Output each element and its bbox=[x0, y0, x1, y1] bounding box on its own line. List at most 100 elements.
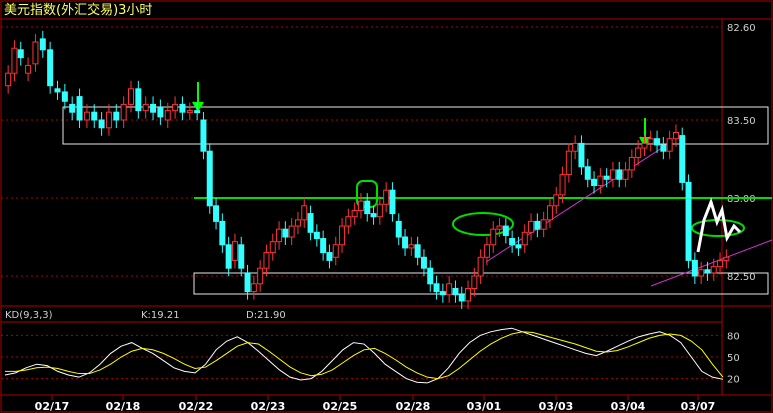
candle-body bbox=[553, 194, 560, 207]
candle-body bbox=[376, 203, 383, 218]
x-tick-label: 02/23 bbox=[251, 400, 286, 413]
indicator-name: KD(9,3,3) bbox=[5, 310, 53, 321]
candle-body bbox=[313, 231, 320, 240]
candle-body bbox=[83, 111, 90, 121]
candle-body bbox=[723, 256, 730, 261]
candle-body bbox=[213, 205, 220, 222]
candle-body bbox=[320, 238, 327, 254]
candle-body bbox=[679, 135, 686, 183]
candle-body bbox=[120, 103, 127, 121]
candle-body bbox=[113, 111, 120, 121]
candle-body bbox=[420, 256, 427, 269]
candle-body bbox=[603, 175, 610, 180]
candle-body bbox=[704, 269, 711, 274]
candle-body bbox=[691, 259, 698, 277]
candle-body bbox=[238, 244, 245, 269]
candle-body bbox=[231, 241, 238, 261]
candle-body bbox=[666, 138, 673, 152]
x-tick-label: 03/03 bbox=[539, 400, 574, 413]
candle-body bbox=[534, 220, 541, 230]
candle-body bbox=[219, 220, 226, 246]
candle-body bbox=[496, 225, 503, 230]
candle-body bbox=[433, 283, 440, 293]
d-value-label: D:21.90 bbox=[246, 310, 286, 321]
candle-body bbox=[351, 209, 358, 218]
candle-body bbox=[142, 103, 149, 112]
candle-body bbox=[345, 216, 352, 227]
candle-body bbox=[257, 267, 264, 285]
candle-body bbox=[647, 138, 654, 144]
candle-body bbox=[389, 189, 396, 215]
candle-body bbox=[477, 256, 484, 277]
candle-body bbox=[206, 150, 213, 207]
candle-body bbox=[710, 266, 717, 274]
candle-body bbox=[91, 111, 98, 121]
candle-body bbox=[128, 88, 134, 105]
x-tick-label: 03/04 bbox=[611, 400, 646, 413]
candle-body bbox=[250, 283, 257, 293]
indicator-tick-label: 80 bbox=[727, 331, 740, 342]
chart-title: 美元指数(外汇交易)3小时 bbox=[4, 2, 152, 18]
candle-body bbox=[194, 110, 201, 114]
candle-body bbox=[427, 267, 434, 285]
candle-body bbox=[471, 275, 478, 289]
candle-body bbox=[597, 175, 604, 187]
candle-body bbox=[502, 225, 509, 236]
candle-body bbox=[628, 156, 635, 171]
candle-body bbox=[465, 287, 472, 302]
candle-body bbox=[509, 238, 516, 246]
candle-body bbox=[609, 169, 616, 180]
candle-body bbox=[521, 231, 528, 246]
candle-body bbox=[357, 200, 364, 211]
candle-body bbox=[5, 72, 12, 87]
candle-body bbox=[572, 142, 579, 152]
candle-body bbox=[622, 169, 629, 180]
candle-body bbox=[47, 49, 54, 87]
candle-body bbox=[135, 88, 142, 112]
candle-body bbox=[408, 244, 415, 249]
candle-body bbox=[528, 220, 535, 233]
candle-body bbox=[11, 47, 18, 74]
candle-body bbox=[540, 219, 547, 230]
candle-body bbox=[307, 213, 314, 233]
candle-body bbox=[54, 88, 61, 93]
candle-body bbox=[69, 103, 76, 113]
candle-body bbox=[402, 236, 409, 249]
x-tick-label: 02/22 bbox=[179, 400, 214, 413]
candle-body bbox=[150, 103, 157, 113]
candle-body bbox=[269, 241, 276, 254]
x-tick-label: 03/07 bbox=[681, 400, 716, 413]
candle-body bbox=[276, 228, 283, 243]
candle-body bbox=[660, 144, 667, 152]
candle-body bbox=[458, 294, 465, 302]
candle-body bbox=[179, 103, 186, 113]
candle-body bbox=[157, 107, 164, 118]
candle-body bbox=[164, 110, 171, 121]
candle-body bbox=[186, 110, 193, 114]
candle-body bbox=[616, 169, 623, 180]
candle-body bbox=[578, 142, 585, 168]
candle-body bbox=[32, 41, 39, 65]
candle-body bbox=[641, 142, 648, 149]
price-tick-label: 82.60 bbox=[727, 23, 756, 34]
candle-body bbox=[383, 189, 390, 205]
candle-body bbox=[584, 166, 591, 180]
candle-body bbox=[654, 138, 661, 146]
candle-body bbox=[483, 244, 490, 258]
candle-body bbox=[98, 119, 105, 129]
candle-body bbox=[685, 181, 692, 261]
x-tick-label: 02/28 bbox=[396, 400, 431, 413]
candle-body bbox=[370, 213, 377, 218]
price-tick-label: 82.50 bbox=[727, 272, 756, 283]
price-tick-label: 83.50 bbox=[727, 116, 756, 127]
x-tick-label: 03/01 bbox=[467, 400, 502, 413]
candle-body bbox=[364, 200, 371, 215]
candle-body bbox=[105, 111, 112, 129]
indicator-tick-label: 50 bbox=[727, 353, 740, 364]
candle-body bbox=[326, 252, 333, 261]
candle-body bbox=[288, 225, 295, 238]
k-value-label: K:19.21 bbox=[141, 310, 180, 321]
x-tick-label: 02/17 bbox=[35, 400, 70, 413]
candle-body bbox=[339, 225, 346, 246]
candle-body bbox=[17, 49, 24, 59]
